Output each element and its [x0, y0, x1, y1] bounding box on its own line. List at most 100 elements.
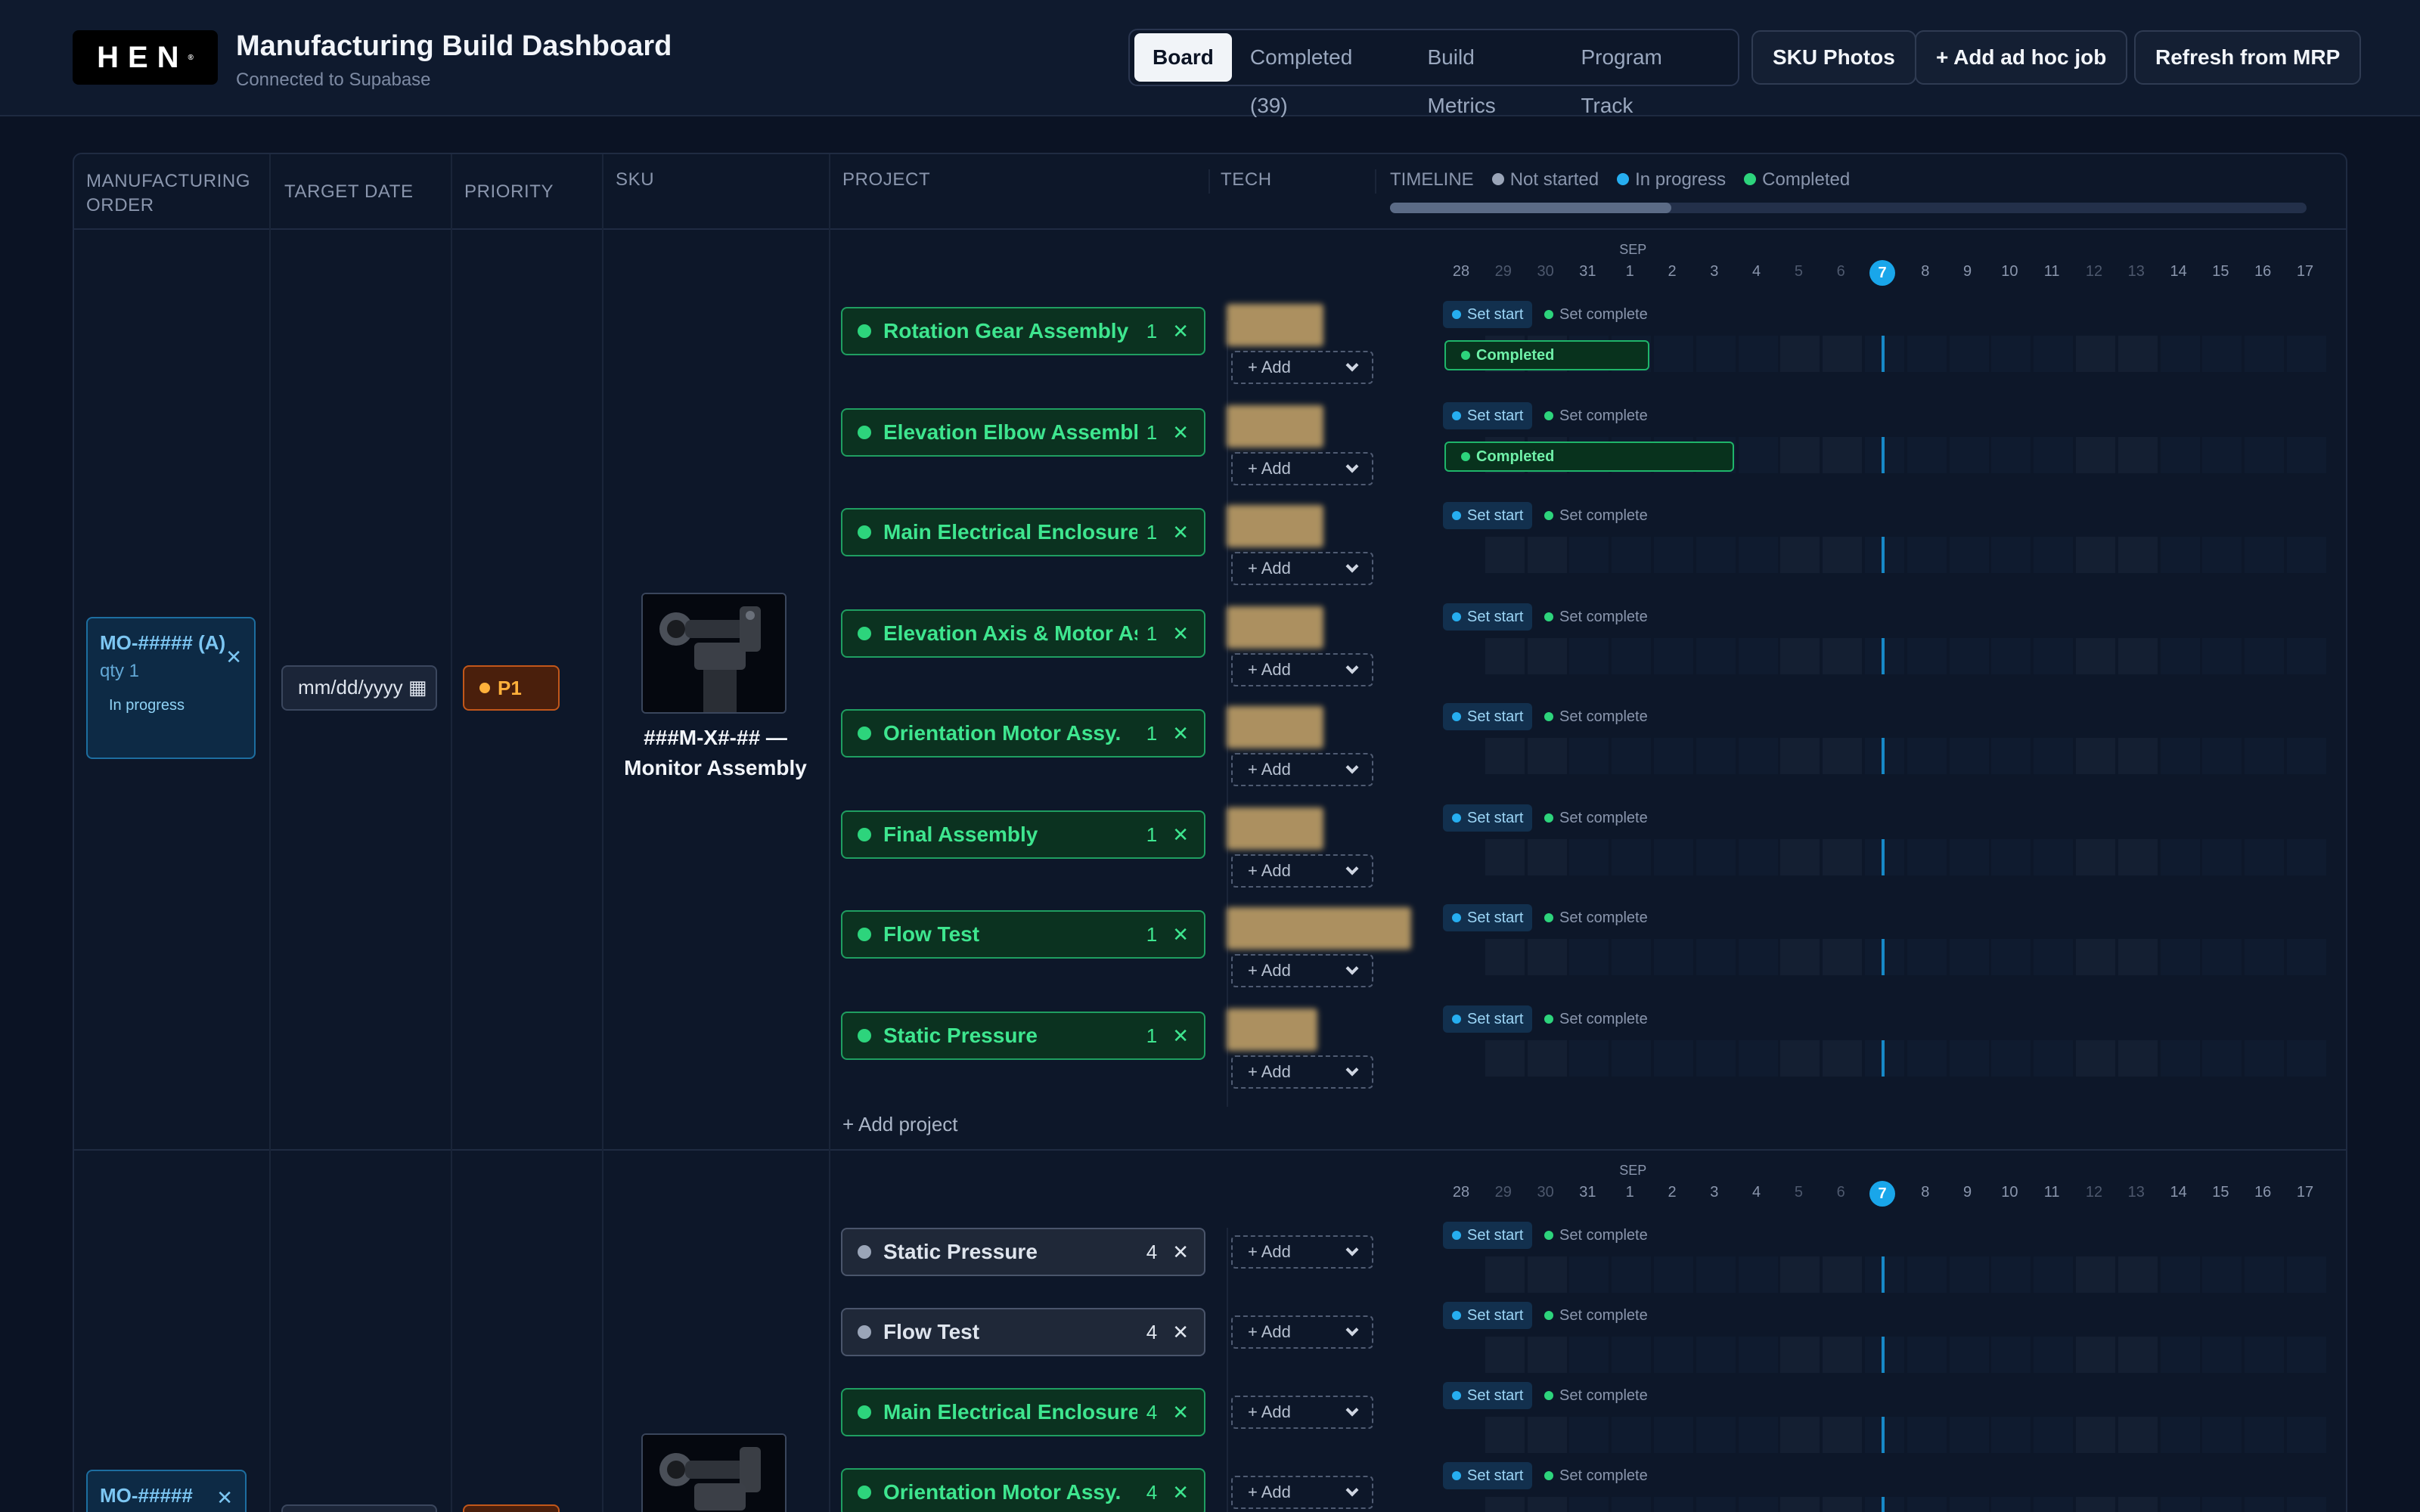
- timeline-cell[interactable]: [2076, 1417, 2115, 1453]
- timeline-cell[interactable]: [1612, 939, 1652, 975]
- timeline-cell[interactable]: [1654, 336, 1693, 372]
- timeline-cell[interactable]: [2118, 437, 2158, 473]
- timeline-cell[interactable]: [2076, 939, 2115, 975]
- timeline-cell[interactable]: [2202, 437, 2242, 473]
- timeline-cell[interactable]: [1696, 839, 1736, 875]
- timeline-cell[interactable]: [2118, 336, 2158, 372]
- timeline-cell[interactable]: [1612, 738, 1652, 774]
- timeline-cell[interactable]: [1991, 839, 2031, 875]
- timeline-cell[interactable]: [2118, 1040, 2158, 1077]
- timeline-cell[interactable]: [1696, 537, 1736, 573]
- timeline-cell[interactable]: [1527, 1256, 1567, 1293]
- add-tech-select[interactable]: + Add: [1231, 954, 1373, 987]
- timeline-cell[interactable]: [1949, 1497, 1989, 1512]
- remove-project-icon[interactable]: ✕: [1172, 1481, 1189, 1504]
- add-tech-select[interactable]: + Add: [1231, 1315, 1373, 1349]
- timeline-cell[interactable]: [1907, 336, 1947, 372]
- set-start-button[interactable]: Set start: [1443, 301, 1533, 328]
- remove-project-icon[interactable]: ✕: [1172, 1241, 1189, 1264]
- timeline-cell[interactable]: [1949, 638, 1989, 674]
- tab-program-track[interactable]: Program Track: [1562, 33, 1733, 117]
- timeline-cell[interactable]: [1991, 1497, 2031, 1512]
- timeline-cell[interactable]: [2202, 939, 2242, 975]
- set-complete-button[interactable]: Set complete: [1544, 402, 1648, 429]
- timeline-cell[interactable]: [1569, 738, 1609, 774]
- sku-photos-button[interactable]: SKU Photos: [1751, 30, 1916, 85]
- timeline-cell[interactable]: [2245, 336, 2285, 372]
- timeline-cell[interactable]: [1780, 437, 1820, 473]
- timeline-cell[interactable]: [2287, 939, 2326, 975]
- timeline-cell[interactable]: [2076, 437, 2115, 473]
- timeline-cell[interactable]: [2034, 638, 2074, 674]
- timeline-cell[interactable]: [2076, 638, 2115, 674]
- timeline-cell[interactable]: [2202, 1497, 2242, 1512]
- add-tech-select[interactable]: + Add: [1231, 452, 1373, 485]
- set-start-button[interactable]: Set start: [1443, 1222, 1533, 1249]
- project-pill[interactable]: Final Assembly 1 ✕: [841, 810, 1205, 859]
- timeline-cell[interactable]: [1485, 738, 1525, 774]
- timeline-cell[interactable]: [1780, 1337, 1820, 1373]
- timeline-cell[interactable]: [1485, 1256, 1525, 1293]
- timeline-cell[interactable]: [2160, 1256, 2200, 1293]
- timeline-cell[interactable]: [2034, 1040, 2074, 1077]
- timeline-cell[interactable]: [2118, 738, 2158, 774]
- mo-card[interactable]: MO-##### ✕: [86, 1470, 247, 1512]
- timeline-cell[interactable]: [1907, 939, 1947, 975]
- priority-badge[interactable]: [463, 1504, 560, 1512]
- timeline-cell[interactable]: [1527, 1497, 1567, 1512]
- timeline-cell[interactable]: [1991, 437, 2031, 473]
- timeline-cell[interactable]: [2202, 1256, 2242, 1293]
- set-start-button[interactable]: Set start: [1443, 904, 1533, 931]
- timeline-cell[interactable]: [1823, 738, 1863, 774]
- timeline-cell[interactable]: [2245, 1040, 2285, 1077]
- timeline-cell[interactable]: [2160, 939, 2200, 975]
- timeline-cell[interactable]: [1907, 1417, 1947, 1453]
- timeline-cell[interactable]: [1485, 839, 1525, 875]
- timeline-cell[interactable]: [2118, 1497, 2158, 1512]
- timeline-cell[interactable]: [1823, 839, 1863, 875]
- project-pill[interactable]: Flow Test 4 ✕: [841, 1308, 1205, 1356]
- timeline-cell[interactable]: [1949, 1040, 1989, 1077]
- timeline-cell[interactable]: [1780, 1040, 1820, 1077]
- timeline-cell[interactable]: [1991, 1417, 2031, 1453]
- timeline-cell[interactable]: [1569, 1256, 1609, 1293]
- timeline-cell[interactable]: [2287, 537, 2326, 573]
- timeline-cell[interactable]: [1865, 1497, 1904, 1512]
- timeline-cell[interactable]: [1865, 336, 1904, 372]
- timeline-cell[interactable]: [2245, 1417, 2285, 1453]
- timeline-cell[interactable]: [2160, 537, 2200, 573]
- project-pill[interactable]: Rotation Gear Assembly 1 ✕: [841, 307, 1205, 355]
- remove-project-icon[interactable]: ✕: [1172, 923, 1189, 947]
- timeline-cell[interactable]: [2034, 437, 2074, 473]
- set-start-button[interactable]: Set start: [1443, 703, 1533, 730]
- timeline-cell[interactable]: [1865, 738, 1904, 774]
- timeline-cell[interactable]: [2160, 336, 2200, 372]
- timeline-cell[interactable]: [1696, 638, 1736, 674]
- project-pill[interactable]: Orientation Motor Assy. 1 ✕: [841, 709, 1205, 758]
- timeline-cell[interactable]: [1696, 738, 1736, 774]
- timeline-cell[interactable]: [1738, 1417, 1778, 1453]
- timeline-cell[interactable]: [2034, 1417, 2074, 1453]
- set-complete-button[interactable]: Set complete: [1544, 502, 1648, 529]
- timeline-cell[interactable]: [1527, 537, 1567, 573]
- timeline-cell[interactable]: [1738, 537, 1778, 573]
- timeline-cell[interactable]: [1654, 638, 1693, 674]
- timeline-cell[interactable]: [1865, 1417, 1904, 1453]
- timeline-cell[interactable]: [1949, 1417, 1989, 1453]
- timeline-cell[interactable]: [2076, 839, 2115, 875]
- timeline-cell[interactable]: [1569, 1337, 1609, 1373]
- project-pill[interactable]: Orientation Motor Assy. 4 ✕: [841, 1468, 1205, 1512]
- remove-project-icon[interactable]: ✕: [1172, 421, 1189, 445]
- timeline-cell[interactable]: [2160, 839, 2200, 875]
- timeline-cell[interactable]: [2287, 336, 2326, 372]
- timeline-cell[interactable]: [1696, 1417, 1736, 1453]
- timeline-cell[interactable]: [1823, 638, 1863, 674]
- timeline-cell[interactable]: [2160, 638, 2200, 674]
- timeline-cell[interactable]: [1907, 1040, 1947, 1077]
- timeline-cell[interactable]: [1907, 537, 1947, 573]
- timeline-cell[interactable]: [2118, 537, 2158, 573]
- timeline-cell[interactable]: [1569, 638, 1609, 674]
- timeline-cell[interactable]: [1569, 537, 1609, 573]
- timeline-cell[interactable]: [1654, 839, 1693, 875]
- completed-bar[interactable]: Completed: [1444, 340, 1649, 370]
